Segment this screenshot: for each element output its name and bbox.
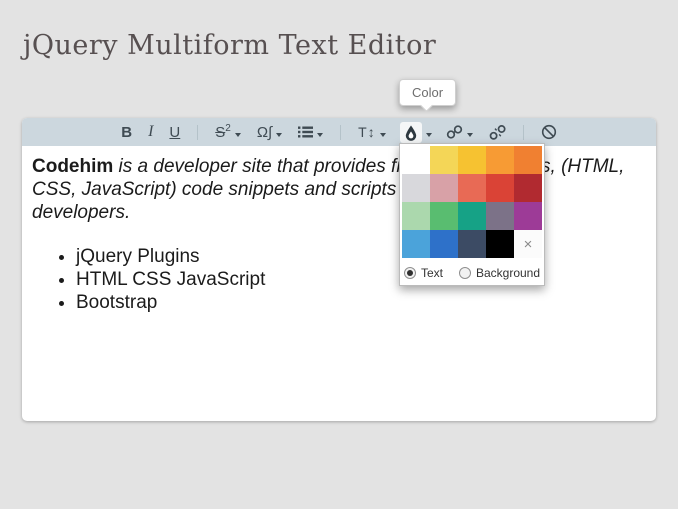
color-swatch[interactable] xyxy=(458,146,486,174)
color-swatch[interactable] xyxy=(402,174,430,202)
remove-format-button[interactable] xyxy=(541,124,557,140)
strike-label: S xyxy=(215,124,225,141)
color-swatch[interactable] xyxy=(458,202,486,230)
color-swatch[interactable] xyxy=(430,146,458,174)
list-item: jQuery Plugins xyxy=(76,245,646,268)
mode-option-text[interactable]: Text xyxy=(404,266,443,280)
page-title: jQuery Multiform Text Editor xyxy=(23,30,436,61)
mode-row: Text Background xyxy=(400,260,544,285)
special-characters-dropdown[interactable]: Ω∫ xyxy=(257,125,282,140)
unlink-icon xyxy=(489,125,506,140)
color-button-active-highlight xyxy=(400,122,422,143)
color-swatch[interactable] xyxy=(458,174,486,202)
swatch-grid: × xyxy=(400,144,544,260)
chevron-down-icon xyxy=(276,133,282,137)
color-swatch[interactable] xyxy=(430,174,458,202)
radio-icon xyxy=(459,267,471,279)
toolbar-separator xyxy=(523,125,524,140)
toolbar-separator xyxy=(340,125,341,140)
special-characters-label: Ω∫ xyxy=(257,125,272,140)
list-item: HTML CSS JavaScript xyxy=(76,268,646,291)
bold-button[interactable]: B xyxy=(121,125,132,140)
color-swatch[interactable] xyxy=(430,202,458,230)
editor-toolbar: B I U S2 Ω∫ xyxy=(22,118,656,146)
toolbar-separator xyxy=(197,125,198,140)
paragraph-italic-text: developers. xyxy=(32,202,130,223)
paragraph-bold-text: Codehim xyxy=(32,156,113,177)
list-dropdown[interactable] xyxy=(298,126,323,138)
tooltip-caret xyxy=(420,99,433,112)
list-icon xyxy=(298,126,313,138)
color-swatch[interactable] xyxy=(486,202,514,230)
bullet-list: jQuery Plugins HTML CSS JavaScript Boots… xyxy=(32,245,646,314)
paragraph: Codehim is a developer site that provide… xyxy=(32,155,646,224)
strikethrough-script-dropdown[interactable]: S2 xyxy=(215,125,241,140)
color-swatch[interactable] xyxy=(514,202,542,230)
list-item: Bootstrap xyxy=(76,291,646,314)
underline-label: U xyxy=(169,125,180,140)
droplet-icon xyxy=(405,125,417,141)
link-icon xyxy=(446,125,463,139)
color-swatch[interactable] xyxy=(402,202,430,230)
chevron-down-icon xyxy=(426,133,432,137)
color-swatch[interactable] xyxy=(486,230,514,258)
color-swatch[interactable] xyxy=(430,230,458,258)
chevron-down-icon xyxy=(467,133,473,137)
unlink-button[interactable] xyxy=(489,125,506,140)
palette-close-button[interactable]: × xyxy=(514,230,542,258)
color-tooltip: Color xyxy=(399,79,456,106)
underline-button[interactable]: U xyxy=(169,125,180,140)
mode-label: Text xyxy=(421,266,443,280)
chevron-down-icon xyxy=(380,133,386,137)
bold-label: B xyxy=(121,125,132,140)
font-size-label: T↕ xyxy=(358,125,376,139)
paragraph-italic-text: is a developer site that provides free j… xyxy=(113,156,624,177)
font-size-dropdown[interactable]: T↕ xyxy=(358,125,386,139)
tooltip-label: Color xyxy=(412,85,443,100)
color-swatch[interactable] xyxy=(486,146,514,174)
color-swatch[interactable] xyxy=(514,146,542,174)
color-swatch[interactable] xyxy=(514,174,542,202)
italic-label: I xyxy=(148,124,153,140)
italic-button[interactable]: I xyxy=(148,124,153,140)
paragraph-italic-text: CSS, JavaScript) code snippets and scrip… xyxy=(32,179,459,200)
color-swatch[interactable] xyxy=(402,230,430,258)
chevron-down-icon xyxy=(317,133,323,137)
color-swatch[interactable] xyxy=(458,230,486,258)
ban-icon xyxy=(541,124,557,140)
color-dropdown-button[interactable] xyxy=(400,122,432,143)
text-editor: B I U S2 Ω∫ xyxy=(22,118,656,421)
mode-label: Background xyxy=(476,266,540,280)
color-swatch[interactable] xyxy=(486,174,514,202)
radio-selected-icon xyxy=(404,267,416,279)
page: { "page": { "title": "jQuery Multiform T… xyxy=(0,0,678,509)
chevron-down-icon xyxy=(235,133,241,137)
editor-content[interactable]: Codehim is a developer site that provide… xyxy=(22,146,656,323)
color-picker-panel: × Text Background xyxy=(399,143,545,286)
superscript-label: 2 xyxy=(225,123,231,134)
color-swatch[interactable] xyxy=(402,146,430,174)
link-dropdown[interactable] xyxy=(446,125,473,139)
mode-option-background[interactable]: Background xyxy=(459,266,540,280)
